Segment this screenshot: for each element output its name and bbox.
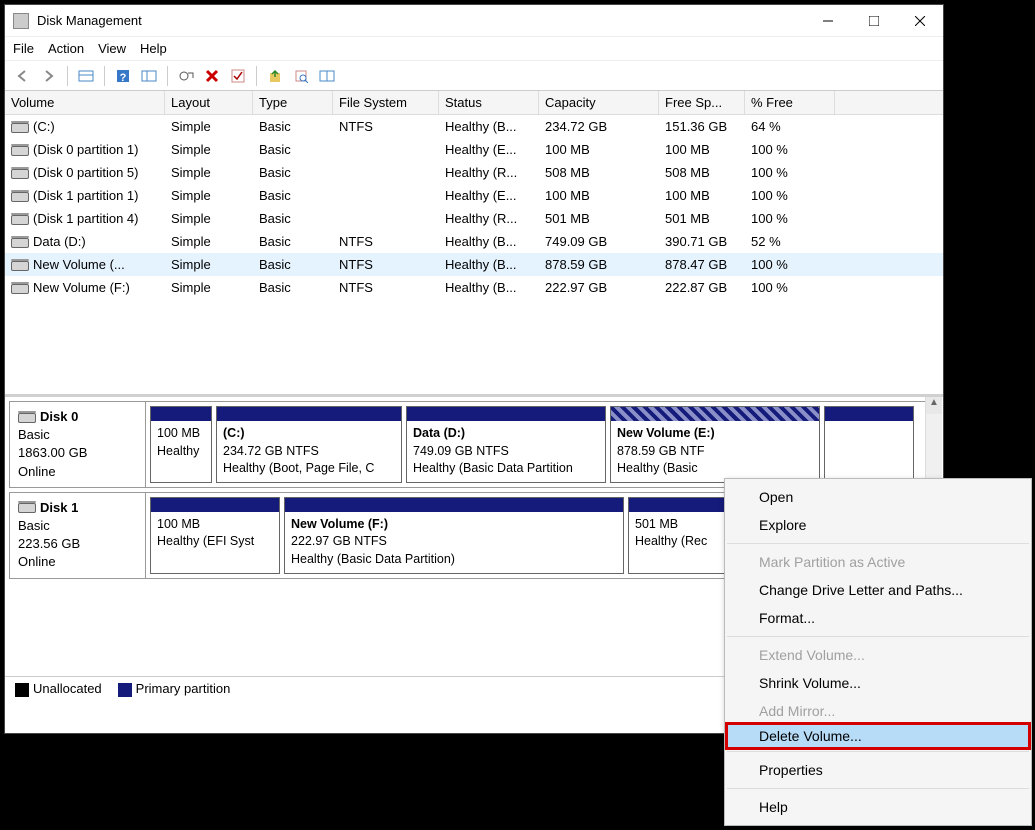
partition[interactable]: New Volume (F:)222.97 GB NTFSHealthy (Ba…	[284, 497, 624, 574]
menu-file[interactable]: File	[13, 41, 34, 56]
col-volume[interactable]: Volume	[5, 91, 165, 114]
volume-row[interactable]: New Volume (F:)SimpleBasicNTFSHealthy (B…	[5, 276, 943, 299]
toolbar: ?	[5, 61, 943, 91]
volume-row[interactable]: Data (D:)SimpleBasicNTFSHealthy (B...749…	[5, 230, 943, 253]
partition[interactable]: 100 MBHealthy	[150, 406, 212, 483]
disk-icon	[11, 123, 29, 133]
show-hide-console-button[interactable]	[74, 64, 98, 88]
check-icon[interactable]	[226, 64, 250, 88]
menu-item-mark-partition-as-active: Mark Partition as Active	[725, 548, 1031, 576]
menu-item-shrink-volume[interactable]: Shrink Volume...	[725, 669, 1031, 697]
menu-item-explore[interactable]: Explore	[725, 511, 1031, 539]
menu-item-help[interactable]: Help	[725, 793, 1031, 821]
menu-item-delete-volume[interactable]: Delete Volume...	[725, 722, 1031, 750]
partition[interactable]: New Volume (E:)878.59 GB NTFHealthy (Bas…	[610, 406, 820, 483]
col-filesystem[interactable]: File System	[333, 91, 439, 114]
help-icon[interactable]: ?	[111, 64, 135, 88]
menu-item-add-mirror: Add Mirror...	[725, 697, 1031, 725]
disk-icon	[11, 192, 29, 202]
action1-icon[interactable]	[263, 64, 287, 88]
col-pct-free[interactable]: % Free	[745, 91, 835, 114]
menu-item-properties[interactable]: Properties	[725, 756, 1031, 784]
minimize-button[interactable]	[805, 5, 851, 37]
delete-icon[interactable]	[200, 64, 224, 88]
action3-icon[interactable]	[315, 64, 339, 88]
volume-row[interactable]: (Disk 1 partition 4)SimpleBasicHealthy (…	[5, 207, 943, 230]
app-icon	[13, 13, 29, 29]
menu-help[interactable]: Help	[140, 41, 167, 56]
legend-primary: Primary partition	[118, 681, 231, 697]
volume-row[interactable]: (C:)SimpleBasicNTFSHealthy (B...234.72 G…	[5, 115, 943, 138]
menu-view[interactable]: View	[98, 41, 126, 56]
partition[interactable]: Data (D:)749.09 GB NTFSHealthy (Basic Da…	[406, 406, 606, 483]
disk-row: Disk 0Basic1863.00 GBOnline100 MBHealthy…	[9, 401, 939, 488]
close-button[interactable]	[897, 5, 943, 37]
maximize-button[interactable]	[851, 5, 897, 37]
disk-icon	[11, 215, 29, 225]
col-capacity[interactable]: Capacity	[539, 91, 659, 114]
partition[interactable]: 100 MBHealthy (EFI Syst	[150, 497, 280, 574]
disk-icon	[11, 261, 29, 271]
menu-item-open[interactable]: Open	[725, 483, 1031, 511]
refresh-icon[interactable]	[174, 64, 198, 88]
col-type[interactable]: Type	[253, 91, 333, 114]
disk-icon	[11, 238, 29, 248]
menu-item-change-drive-letter-and-paths[interactable]: Change Drive Letter and Paths...	[725, 576, 1031, 604]
legend-unallocated: Unallocated	[15, 681, 102, 697]
titlebar[interactable]: Disk Management	[5, 5, 943, 37]
col-status[interactable]: Status	[439, 91, 539, 114]
volume-list[interactable]: Volume Layout Type File System Status Ca…	[5, 91, 943, 397]
disk-icon	[11, 284, 29, 294]
disk-icon	[18, 503, 36, 513]
volume-row[interactable]: (Disk 1 partition 1)SimpleBasicHealthy (…	[5, 184, 943, 207]
back-button[interactable]	[11, 64, 35, 88]
col-layout[interactable]: Layout	[165, 91, 253, 114]
menu-action[interactable]: Action	[48, 41, 84, 56]
context-menu[interactable]: OpenExplore Mark Partition as ActiveChang…	[724, 478, 1032, 826]
menu-item-format[interactable]: Format...	[725, 604, 1031, 632]
settings-icon[interactable]	[137, 64, 161, 88]
disk-icon	[11, 169, 29, 179]
col-free-space[interactable]: Free Sp...	[659, 91, 745, 114]
disk-icon	[18, 413, 36, 423]
volume-row[interactable]: (Disk 0 partition 5)SimpleBasicHealthy (…	[5, 161, 943, 184]
volume-list-header: Volume Layout Type File System Status Ca…	[5, 91, 943, 115]
partition[interactable]	[824, 406, 914, 483]
partition[interactable]: (C:)234.72 GB NTFSHealthy (Boot, Page Fi…	[216, 406, 402, 483]
volume-row[interactable]: New Volume (...SimpleBasicNTFSHealthy (B…	[5, 253, 943, 276]
volume-row[interactable]: (Disk 0 partition 1)SimpleBasicHealthy (…	[5, 138, 943, 161]
forward-button[interactable]	[37, 64, 61, 88]
window-title: Disk Management	[37, 13, 805, 28]
svg-text:?: ?	[120, 72, 127, 84]
menu-item-extend-volume: Extend Volume...	[725, 641, 1031, 669]
disk-icon	[11, 146, 29, 156]
menubar: File Action View Help	[5, 37, 943, 61]
action2-icon[interactable]	[289, 64, 313, 88]
